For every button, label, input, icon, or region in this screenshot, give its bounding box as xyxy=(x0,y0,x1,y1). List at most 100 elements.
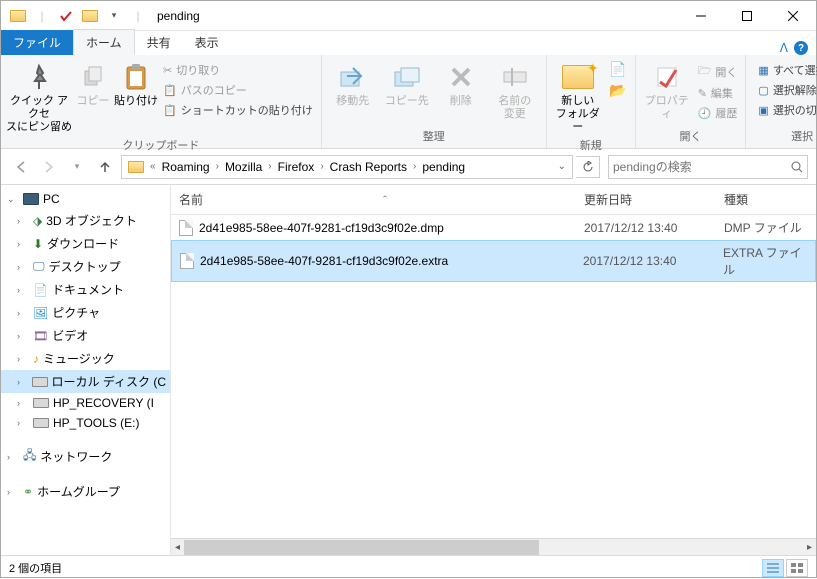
tab-view[interactable]: 表示 xyxy=(183,30,231,55)
select-all-button[interactable]: ▦すべて選択 xyxy=(754,61,817,79)
file-list[interactable]: 名前⌃ 更新日時 種類 2d41e985-58ee-407f-9281-cf19… xyxy=(171,185,816,555)
collapse-icon[interactable]: ⌄ xyxy=(7,194,19,205)
up-button[interactable] xyxy=(93,155,117,179)
nav-3d-objects[interactable]: ›⬗3D オブジェクト xyxy=(1,209,170,232)
properties-button[interactable]: プロパティ xyxy=(640,57,694,121)
navigation-pane[interactable]: ⌄PC ›⬗3D オブジェクト ›⬇ダウンロード ›🖵デスクトップ ›📄ドキュメ… xyxy=(1,185,171,555)
refresh-button[interactable] xyxy=(576,156,600,178)
moveto-button[interactable]: 移動先 xyxy=(326,57,380,108)
folder-icon[interactable] xyxy=(124,156,148,178)
paste-button[interactable]: 貼り付け xyxy=(113,57,159,108)
new-item-icon[interactable]: 📄 xyxy=(609,61,626,78)
view-details-button[interactable] xyxy=(762,559,784,577)
easy-access-icon[interactable]: 📂 xyxy=(609,82,626,99)
nav-hp-tools[interactable]: ›HP_TOOLS (E:) xyxy=(1,413,170,433)
col-name[interactable]: 名前⌃ xyxy=(171,185,576,214)
shortcut-icon: 📋 xyxy=(163,104,177,117)
tab-home[interactable]: ホーム xyxy=(73,29,135,55)
rename-button[interactable]: 名前の 変更 xyxy=(488,57,542,121)
nav-network[interactable]: ›🖧ネットワーク xyxy=(1,443,170,470)
nav-videos[interactable]: ›🎞ビデオ xyxy=(1,324,170,347)
paste-shortcut-button[interactable]: 📋ショートカットの貼り付け xyxy=(159,101,317,119)
collapse-ribbon-icon[interactable]: ᐱ xyxy=(780,41,788,55)
status-bar: 2 個の項目 xyxy=(1,555,816,579)
history-button[interactable]: 🕘履歴 xyxy=(694,104,742,122)
nav-pc[interactable]: ⌄PC xyxy=(1,189,170,209)
tab-share[interactable]: 共有 xyxy=(135,30,183,55)
file-date: 2017/12/12 13:40 xyxy=(576,219,716,237)
breadcrumb-seg[interactable]: Firefox xyxy=(274,156,319,178)
forward-button[interactable] xyxy=(37,155,61,179)
col-type[interactable]: 種類 xyxy=(716,185,816,214)
scrollbar-thumb[interactable] xyxy=(184,540,539,555)
breadcrumb-dropdown[interactable]: ⌄ xyxy=(554,161,570,172)
moveto-icon xyxy=(339,61,367,93)
selectall-icon: ▦ xyxy=(758,64,768,77)
file-name: 2d41e985-58ee-407f-9281-cf19d3c9f02e.dmp xyxy=(199,221,444,235)
nav-downloads[interactable]: ›⬇ダウンロード xyxy=(1,232,170,255)
nav-local-disk-c[interactable]: ›ローカル ディスク (C xyxy=(1,370,170,393)
copy-button[interactable]: コピー xyxy=(73,57,113,108)
column-headers: 名前⌃ 更新日時 種類 xyxy=(171,185,816,215)
properties-qat-icon[interactable] xyxy=(55,5,77,27)
search-input[interactable] xyxy=(613,160,791,174)
horizontal-scrollbar[interactable]: ◂ ▸ xyxy=(171,538,816,555)
search-icon[interactable] xyxy=(791,161,803,173)
copy-path-button[interactable]: 📋パスのコピー xyxy=(159,81,317,99)
chevron-icon[interactable]: › xyxy=(214,161,221,172)
delete-button[interactable]: 削除 xyxy=(434,57,488,108)
breadcrumb-seg[interactable]: Roaming xyxy=(158,156,214,178)
view-large-button[interactable] xyxy=(786,559,808,577)
maximize-button[interactable] xyxy=(724,1,770,31)
file-row[interactable]: 2d41e985-58ee-407f-9281-cf19d3c9f02e.ext… xyxy=(171,240,816,282)
edit-button[interactable]: ✎編集 xyxy=(694,84,742,102)
select-none-button[interactable]: ▢選択解除 xyxy=(754,81,817,99)
tab-file[interactable]: ファイル xyxy=(1,30,73,55)
breadcrumb-seg[interactable]: Mozilla xyxy=(221,156,266,178)
back-button[interactable] xyxy=(9,155,33,179)
breadcrumb-seg[interactable]: pending xyxy=(418,156,469,178)
delete-icon xyxy=(449,61,473,93)
col-modified[interactable]: 更新日時 xyxy=(576,185,716,214)
nav-homegroup[interactable]: ›⚭ホームグループ xyxy=(1,480,170,503)
network-icon: 🖧 xyxy=(23,446,36,467)
rename-icon xyxy=(502,61,528,93)
help-icon[interactable]: ? xyxy=(794,41,808,55)
nav-pictures[interactable]: ›🖼ピクチャ xyxy=(1,301,170,324)
chevron-icon[interactable]: › xyxy=(411,161,418,172)
folder-qat-icon[interactable] xyxy=(79,5,101,27)
open-button[interactable]: 🗁開く xyxy=(694,61,742,82)
window-title: pending xyxy=(157,9,200,23)
document-icon: 📄 xyxy=(33,283,48,297)
copyto-button[interactable]: コピー先 xyxy=(380,57,434,108)
file-name: 2d41e985-58ee-407f-9281-cf19d3c9f02e.ext… xyxy=(200,254,448,268)
open-icon: 🗁 xyxy=(698,62,712,81)
scroll-right-icon[interactable]: ▸ xyxy=(803,542,816,553)
file-icon xyxy=(180,253,194,269)
chevron-icon[interactable]: › xyxy=(318,161,325,172)
chevron-icon[interactable]: « xyxy=(148,161,158,172)
file-row[interactable]: 2d41e985-58ee-407f-9281-cf19d3c9f02e.dmp… xyxy=(171,215,816,240)
nav-hp-recovery[interactable]: ›HP_RECOVERY (I xyxy=(1,393,170,413)
scroll-left-icon[interactable]: ◂ xyxy=(171,542,184,553)
new-folder-button[interactable]: ✦ 新しい フォルダー xyxy=(551,57,605,135)
pin-quickaccess-button[interactable]: クイック アクセ スにピン留め xyxy=(5,57,73,135)
music-icon: ♪ xyxy=(33,352,39,366)
nav-music[interactable]: ›♪ミュージック xyxy=(1,347,170,370)
sort-asc-icon: ⌃ xyxy=(381,194,389,205)
chevron-icon[interactable]: › xyxy=(266,161,273,172)
nav-desktop[interactable]: ›🖵デスクトップ xyxy=(1,255,170,278)
qat-dropdown-icon[interactable]: ▾ xyxy=(103,5,125,27)
close-button[interactable] xyxy=(770,1,816,31)
invert-selection-button[interactable]: ▣選択の切り替え xyxy=(754,101,817,119)
nav-documents[interactable]: ›📄ドキュメント xyxy=(1,278,170,301)
video-icon: 🎞 xyxy=(33,329,48,343)
breadcrumb[interactable]: « Roaming› Mozilla› Firefox› Crash Repor… xyxy=(121,155,573,179)
recent-dropdown[interactable]: ▾ xyxy=(65,155,89,179)
history-icon: 🕘 xyxy=(698,107,712,120)
search-box[interactable] xyxy=(608,155,808,179)
breadcrumb-seg[interactable]: Crash Reports xyxy=(326,156,411,178)
minimize-button[interactable] xyxy=(678,1,724,31)
window-controls xyxy=(678,1,816,31)
cut-button[interactable]: ✂切り取り xyxy=(159,61,317,79)
